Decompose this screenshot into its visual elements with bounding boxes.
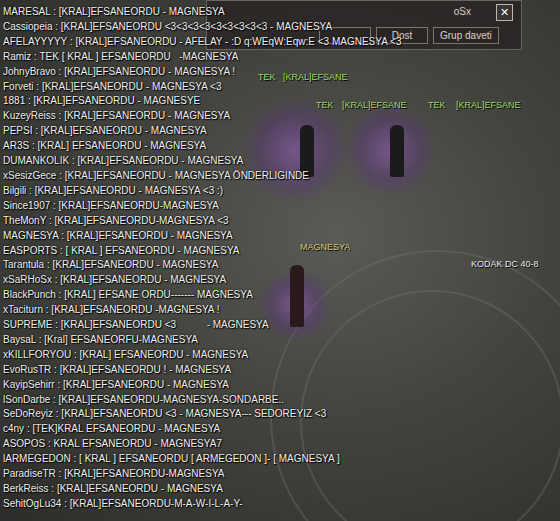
name-tag: [KRAL]EFSANE [456, 100, 521, 110]
name-tag: MAGNESYA [300, 242, 350, 252]
name-tag: KODAK DC 40-8 [471, 259, 539, 269]
chat-line: AFELAYYYYY : [KRAL]EFSANEORDU - AFELAY -… [3, 35, 401, 50]
chat-line: SUPREME : [KRAL]EFSANEORDU <3 - MAGNESYA [3, 318, 401, 333]
chat-line: xTaciturn : [KRAL]EFSANEORDU -MAGNESYA ! [3, 303, 401, 318]
chat-line: EvoRusTR : [KRAL]EFSANEORDU ! - MAGNESYA [3, 363, 401, 378]
chat-line: TheMonY : [KRAL]EFSANEORDU-MAGNESYA <3 [3, 214, 401, 229]
character-figure [300, 125, 314, 177]
chat-line: MARESAL : [KRAL]EFSANEORDU - MAGNESYA [3, 5, 401, 20]
chat-line: Tarantula : [KRAL]EFSANEORDU - MAGNESYA [3, 258, 401, 273]
name-tag: [KRAL]EFSANE [342, 100, 407, 110]
chat-line: xSaRHoSx : [KRAL]EFSANEORDU - MAGNESYA [3, 273, 401, 288]
chat-line: ParadiseTR : [KRAL]EFSANEORDU-MAGNESYA [3, 467, 401, 482]
chat-line: lARMEGEDON : [ KRAL ] EFSANEORDU [ ARMEG… [3, 452, 401, 467]
chat-line: Bilgili : [KRAL]EFSANEORDU - MAGNESYA <3… [3, 184, 401, 199]
chat-line: c4ny : [TEK]KRAL EFSANEORDU - MAGNESYA [3, 422, 401, 437]
character-figure [390, 125, 404, 177]
popup-button[interactable]: Grup daveti [433, 27, 499, 44]
name-tag: TEK [428, 100, 446, 110]
chat-line: Ramiz : TEK [ KRAL ] EFSANEORDU -MAGNESY… [3, 50, 401, 65]
chat-line: KuzeyReiss : [KRAL]EFSANEORDU - MAGNESYA [3, 109, 401, 124]
chat-line: Since1907 : [KRAL]EFSANEORDU-MAGNESYA [3, 199, 401, 214]
chat-line: Cassiopeia : [KRAL]EFSANEORDU <3<3<3<3<3… [3, 20, 401, 35]
chat-line: lSonDarbe : [KRAL]EFSANEORDU-MAGNESYA-SO… [3, 393, 401, 408]
chat-line: MAGNESYA : [KRAL]EFSANEORDU - MAGNESYA [3, 229, 401, 244]
name-tag: TEK [316, 100, 334, 110]
chat-line: SeDoReyiz : [KRAL]EFSANEORDU <3 - MAGNES… [3, 407, 401, 422]
chat-line: Forveti : [KRAL]EFSANEORDU - MAGNESYA <3 [3, 80, 401, 95]
ground-ring [300, 290, 560, 521]
chat-line: EASPORTS : [ KRAL ] EFSANEORDU - MAGNESY… [3, 244, 401, 259]
chat-line: KayipSehirr : [KRAL]EFSANEORDU - MAGNESY… [3, 378, 401, 393]
chat-line: DUMANKOLIK : [KRAL]EFSANEORDU - MAGNESYA [3, 154, 401, 169]
chat-line: BaysaL : [Kral] EFSANEORFU-MAGNESYA [3, 333, 401, 348]
popup-title: oSx [454, 6, 471, 17]
chat-line: BerkReiss : [KRAL]EFSANEORDU - MAGNESYA [3, 482, 401, 497]
chat-line: ASOPOS : KRAL EFSANEORDU - MAGNESYA7 [3, 437, 401, 452]
chat-line: PEPSI : [KRAL]EFSANEORDU - MAGNESYA [3, 124, 401, 139]
name-tag: TEK [258, 72, 276, 82]
game-scene: TEK [KRAL]EFSANE TEK [KRAL]EFSANE TEK [KRAL]E… [0, 0, 560, 521]
magic-glow [240, 95, 350, 205]
chat-line: SehitOgLu34 : [KRAL]EFSANEORDU-M-A-W-I-L… [3, 497, 401, 512]
chat-line: JohnyBravo : [KRAL]EFSANEORDU - MAGNESYA… [3, 65, 401, 80]
character-figure [290, 265, 304, 327]
chat-line: AR3S : [KRAL] EFSANEORDU - MAGNESYA [3, 139, 401, 154]
chat-line: xKILLFORYOU : [KRAL] EFSANEORDU - MAGNES… [3, 348, 401, 363]
chat-log: MARESAL : [KRAL]EFSANEORDU - MAGNESYACas… [3, 5, 401, 512]
chat-line: 1881 : [KRAL]EFSANEORDU - MAGNESYE [3, 94, 401, 109]
close-button[interactable]: ✕ [496, 4, 513, 21]
chat-line: xSesizGece : [KRAL]EFSANEORDU - MAGNESYA… [3, 169, 401, 184]
name-tag: [KRAL]EFSANE [283, 72, 348, 82]
chat-line: BlackPunch : [KRAL] EFSANE ORDU------- M… [3, 288, 401, 303]
